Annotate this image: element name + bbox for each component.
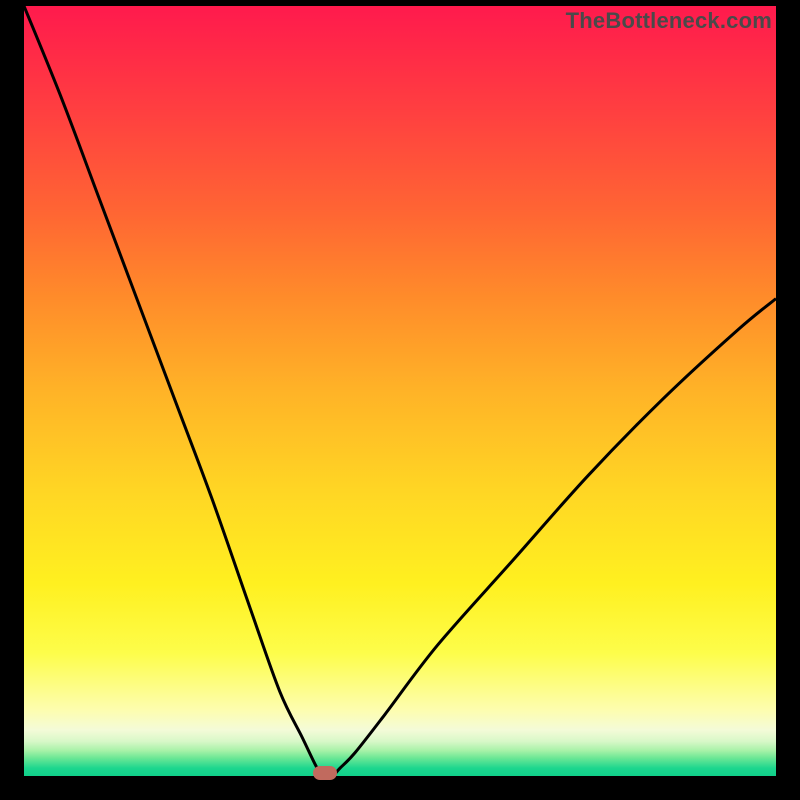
- watermark-text: TheBottleneck.com: [566, 8, 772, 34]
- minimum-marker: [313, 766, 337, 780]
- bottleneck-curve: [24, 6, 776, 776]
